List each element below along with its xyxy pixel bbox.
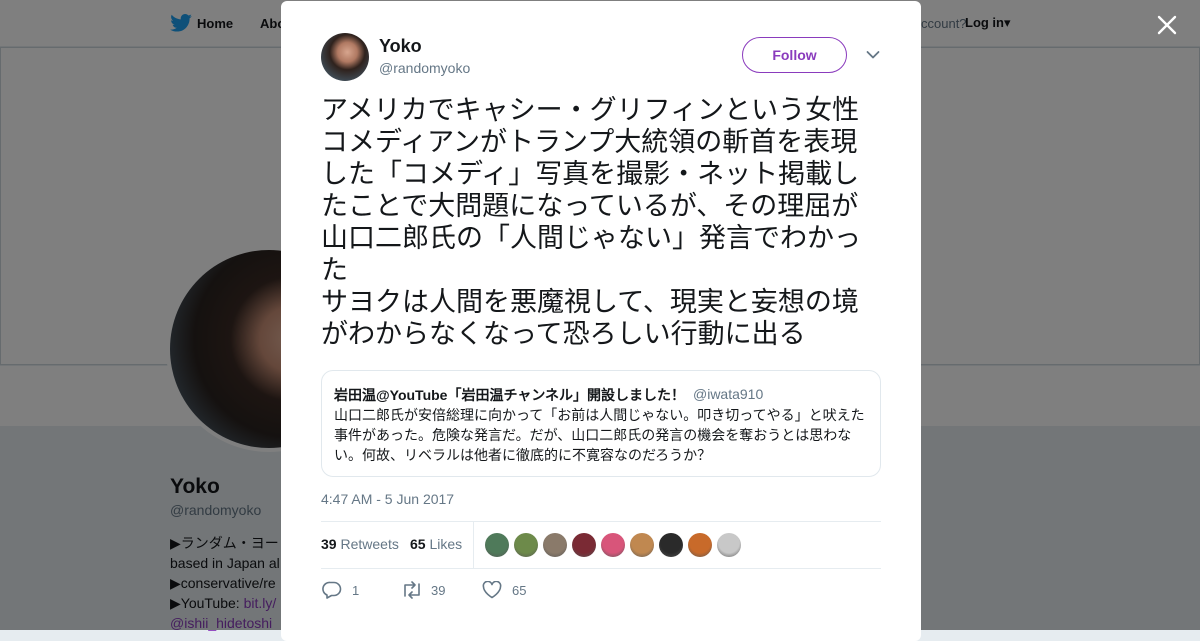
author-avatar[interactable]: [321, 33, 369, 81]
chevron-down-icon[interactable]: [866, 50, 880, 60]
follow-button[interactable]: Follow: [742, 37, 847, 73]
retweet-count: 39: [431, 583, 446, 598]
reply-icon: [322, 581, 342, 599]
likes-label: Likes: [429, 536, 463, 552]
liker-avatar[interactable]: [485, 533, 509, 557]
author-name[interactable]: Yoko: [379, 36, 422, 57]
retweets-stat[interactable]: 39 Retweets: [321, 536, 399, 552]
tweet-timestamp[interactable]: 4:47 AM - 5 Jun 2017: [321, 491, 454, 507]
like-count: 65: [512, 583, 527, 598]
heart-icon: [482, 581, 502, 599]
liker-avatar[interactable]: [543, 533, 567, 557]
quoted-author-handle: @iwata910: [693, 386, 764, 402]
liker-avatar[interactable]: [601, 533, 625, 557]
retweets-label: Retweets: [340, 536, 399, 552]
liker-avatar[interactable]: [572, 533, 596, 557]
likes-count: 65: [410, 536, 426, 552]
retweets-count: 39: [321, 536, 337, 552]
divider: [473, 521, 474, 569]
tweet-modal: Yoko @randomyoko Follow アメリカでキャシー・グリフィンと…: [281, 1, 921, 641]
quoted-tweet-text: 山口二郎氏が安倍総理に向かって「お前は人間じゃない。叩き切ってやる」と吠えた事件…: [334, 407, 865, 463]
reply-count: 1: [352, 583, 360, 598]
liker-avatar[interactable]: [514, 533, 538, 557]
divider: [321, 521, 881, 522]
close-icon[interactable]: [1155, 13, 1179, 37]
quoted-author-name: 岩田温@YouTube「岩田温チャンネル」開設しました！: [334, 387, 686, 403]
retweet-icon: [404, 581, 420, 599]
divider: [321, 568, 881, 569]
tweet-text: アメリカでキャシー・グリフィンという女性コメディアンがトランプ大統領の斬首を表現…: [321, 95, 861, 350]
liker-avatar[interactable]: [630, 533, 654, 557]
likes-stat[interactable]: 65 Likes: [410, 536, 462, 552]
quoted-tweet[interactable]: 岩田温@YouTube「岩田温チャンネル」開設しました！ @iwata910 山…: [321, 370, 881, 477]
liker-avatar[interactable]: [688, 533, 712, 557]
author-handle[interactable]: @randomyoko: [379, 60, 470, 76]
liker-avatar[interactable]: [659, 533, 683, 557]
liker-avatar[interactable]: [717, 533, 741, 557]
